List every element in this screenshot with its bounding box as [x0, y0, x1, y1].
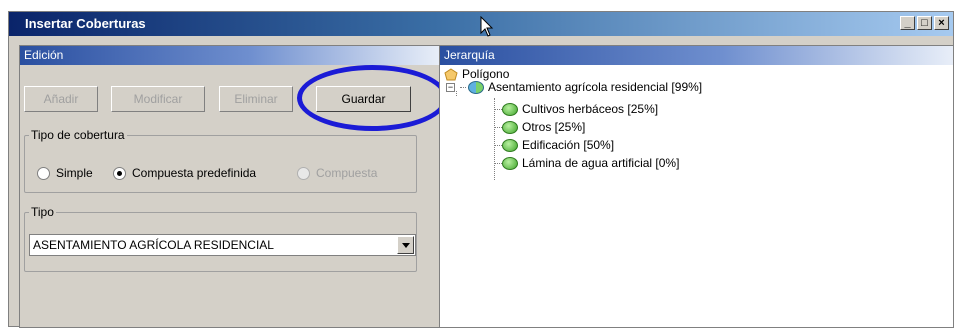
tree-child-label: Lámina de agua artificial [0%] — [522, 156, 680, 170]
collapse-icon[interactable]: − — [446, 83, 455, 92]
leaf-node-icon — [502, 138, 518, 152]
jerarquia-panel: Jerarquía Polígono − Asentamiento agríco… — [439, 45, 954, 328]
radio-compuesta-circle[interactable] — [297, 166, 310, 180]
radio-compuesta-predefinida-label: Compuesta predefinida — [132, 166, 257, 180]
coverage-type-group: Tipo de cobertura Simple Compuesta prede… — [24, 128, 417, 193]
tree-child-label: Cultivos herbáceos [25%] — [522, 102, 659, 116]
close-button[interactable]: × — [934, 16, 949, 30]
radio-simple-label: Simple — [56, 166, 93, 180]
type-group: Tipo ASENTAMIENTO AGRÍCOLA RESIDENCIAL — [24, 205, 417, 272]
tree-node-asentamiento-label: Asentamiento agrícola residencial [99%] — [488, 80, 703, 94]
add-button[interactable]: Añadir — [24, 86, 98, 112]
tree-child[interactable]: Edificación [50%] — [502, 136, 614, 154]
type-legend: Tipo — [29, 205, 56, 219]
tree-child[interactable]: Lámina de agua artificial [0%] — [502, 154, 679, 172]
mouse-cursor-icon — [480, 16, 494, 37]
tree-child-label: Edificación [50%] — [522, 138, 615, 152]
radio-compuesta-predefinida[interactable]: Compuesta predefinida — [113, 166, 256, 180]
type-select-value: ASENTAMIENTO AGRÍCOLA RESIDENCIAL — [33, 238, 274, 252]
insertar-coberturas-window: Insertar Coberturas _ □ × Edición Añadir… — [8, 11, 954, 328]
tree-child[interactable]: Otros [25%] — [502, 118, 585, 136]
radio-simple[interactable]: Simple — [37, 166, 93, 180]
jerarquia-header: Jerarquía — [440, 46, 953, 65]
maximize-button[interactable]: □ — [917, 16, 932, 30]
composite-node-icon — [468, 80, 484, 94]
radio-compuesta-label: Compuesta — [316, 166, 378, 180]
minimize-button[interactable]: _ — [900, 16, 915, 30]
leaf-node-icon — [502, 120, 518, 134]
chevron-down-icon[interactable] — [397, 236, 414, 254]
radio-compuesta[interactable]: Compuesta — [297, 166, 377, 180]
leaf-node-icon — [502, 156, 518, 170]
hierarchy-tree[interactable]: Polígono − Asentamiento agrícola residen… — [440, 65, 953, 327]
polygon-icon — [444, 67, 458, 80]
delete-button[interactable]: Eliminar — [219, 86, 293, 112]
highlight-ellipse — [297, 65, 448, 131]
modify-button[interactable]: Modificar — [111, 86, 205, 112]
radio-simple-circle[interactable] — [37, 166, 50, 180]
edicion-header: Edición — [20, 46, 439, 65]
window-title: Insertar Coberturas — [25, 16, 146, 31]
type-select[interactable]: ASENTAMIENTO AGRÍCOLA RESIDENCIAL — [29, 234, 416, 256]
tree-child-label: Otros [25%] — [522, 120, 586, 134]
tree-node-asentamiento[interactable]: Asentamiento agrícola residencial [99%] — [468, 78, 702, 96]
coverage-type-legend: Tipo de cobertura — [29, 128, 127, 142]
tree-child[interactable]: Cultivos herbáceos [25%] — [502, 100, 658, 118]
radio-compuesta-predefinida-circle[interactable] — [113, 166, 126, 180]
leaf-node-icon — [502, 102, 518, 116]
